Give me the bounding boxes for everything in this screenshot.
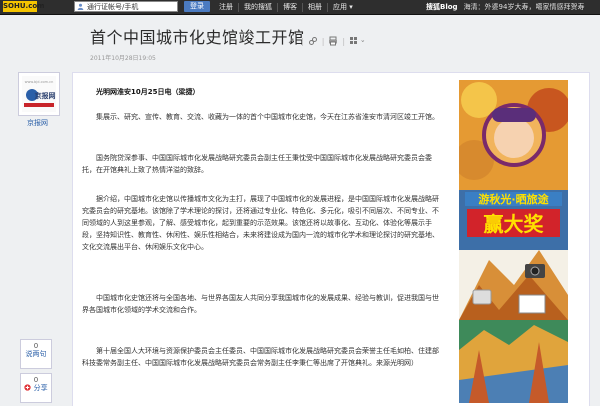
article-dateline: 光明网淮安10月25日电（梁捷） (96, 88, 200, 96)
nav-blog[interactable]: 博客 (278, 0, 302, 14)
user-icon (77, 3, 84, 10)
article-paragraph: 中国城市化史馆还将与全国各地、与世界各国友人共同分享我国城市化的发展成果、经验与… (82, 294, 439, 314)
author-name[interactable]: 京报网 (27, 118, 48, 128)
article-paragraph: 国务院贷深参事、中国国际城市化发展战略研究委员会副主任王秉忱受中国国际城市化发展… (82, 154, 432, 174)
jingbao-logo: www.bjd.com.cn 京报网 (22, 76, 56, 112)
page-title: 首个中国城市化史馆竣工开馆 (90, 28, 305, 47)
avatar-text: 京报网 (35, 91, 56, 100)
print-icon[interactable] (328, 36, 338, 46)
article-paragraph: 集展示、研究、宣传、教育、交流、收藏为一体的首个中国城市化史馆，今天在江苏省淮安… (96, 113, 439, 121)
nav-my-sohu[interactable]: 我的搜狐 (239, 0, 277, 14)
comment-button[interactable]: 0 说两句 (20, 339, 52, 369)
article-paragraph: 据介绍，中国城市化史馆以传播城市文化为主打，展现了中国城市化的发展进程，是中国国… (82, 195, 439, 251)
nav-album[interactable]: 相册 (303, 0, 327, 14)
passport-placeholder: 通行证帐号/手机 (87, 3, 139, 11)
ad-line2: 赢大奖 (484, 212, 545, 236)
ad-line1: 游秋光·晒旅途 (478, 192, 549, 206)
comment-count: 0 (33, 342, 39, 350)
author-avatar[interactable]: www.bjd.com.cn 京报网 (18, 72, 60, 116)
toolbar-divider: | (342, 36, 346, 46)
top-nav: 注册 我的搜狐 博客 相册 应用 ▾ (214, 0, 358, 14)
post-date: 2011年10月28日19:05 (90, 55, 156, 62)
title-toolbar: | | | (287, 36, 367, 46)
share-button[interactable]: 0 分享 (20, 373, 52, 403)
chevron-down-icon: ▾ (349, 3, 353, 11)
top-bar: SOHU.com 通行证帐号/手机 登录 注册 我的搜狐 博客 相册 应用 ▾ … (0, 0, 600, 15)
share-icon[interactable] (287, 36, 297, 46)
toolbar-divider: | (321, 36, 325, 46)
top-right-news: 搜狐Blog 海清：外婆94岁大寿，噶家情感拜贺寿 (426, 0, 584, 14)
share-count: 0 (33, 376, 39, 384)
nav-apps-label: 应用 (333, 3, 347, 11)
chevron-down-icon[interactable] (361, 36, 367, 46)
sohu-blog-brand[interactable]: 搜狐Blog (426, 3, 458, 11)
avatar-url: www.bjd.com.cn (25, 80, 54, 84)
article-paragraph: 第十届全国人大环境与资源保护委员会主任委员、中国国际城市化发展战略研究委员会荣誉… (82, 347, 439, 367)
nav-apps[interactable]: 应用 ▾ (328, 0, 358, 14)
ad-banner[interactable]: 游秋光·晒旅途 赢大奖 (459, 80, 568, 403)
nav-register[interactable]: 注册 (214, 0, 238, 14)
share-label: 分享 (21, 384, 51, 392)
share-plus-icon (24, 384, 32, 391)
passport-input[interactable]: 通行证帐号/手机 (74, 1, 178, 12)
sohu-logo[interactable]: SOHU.com (3, 1, 44, 12)
share-label-text: 分享 (33, 384, 48, 392)
login-button[interactable]: 登录 (184, 1, 210, 12)
link-icon[interactable] (308, 36, 318, 46)
toolbar-divider: | (301, 36, 304, 46)
grid-menu-icon[interactable] (349, 36, 359, 46)
ad-artwork: 游秋光·晒旅途 赢大奖 (459, 80, 568, 403)
comment-label: 说两句 (25, 350, 47, 358)
headline-ticker[interactable]: 海清：外婆94岁大寿，噶家情感拜贺寿 (464, 3, 585, 11)
